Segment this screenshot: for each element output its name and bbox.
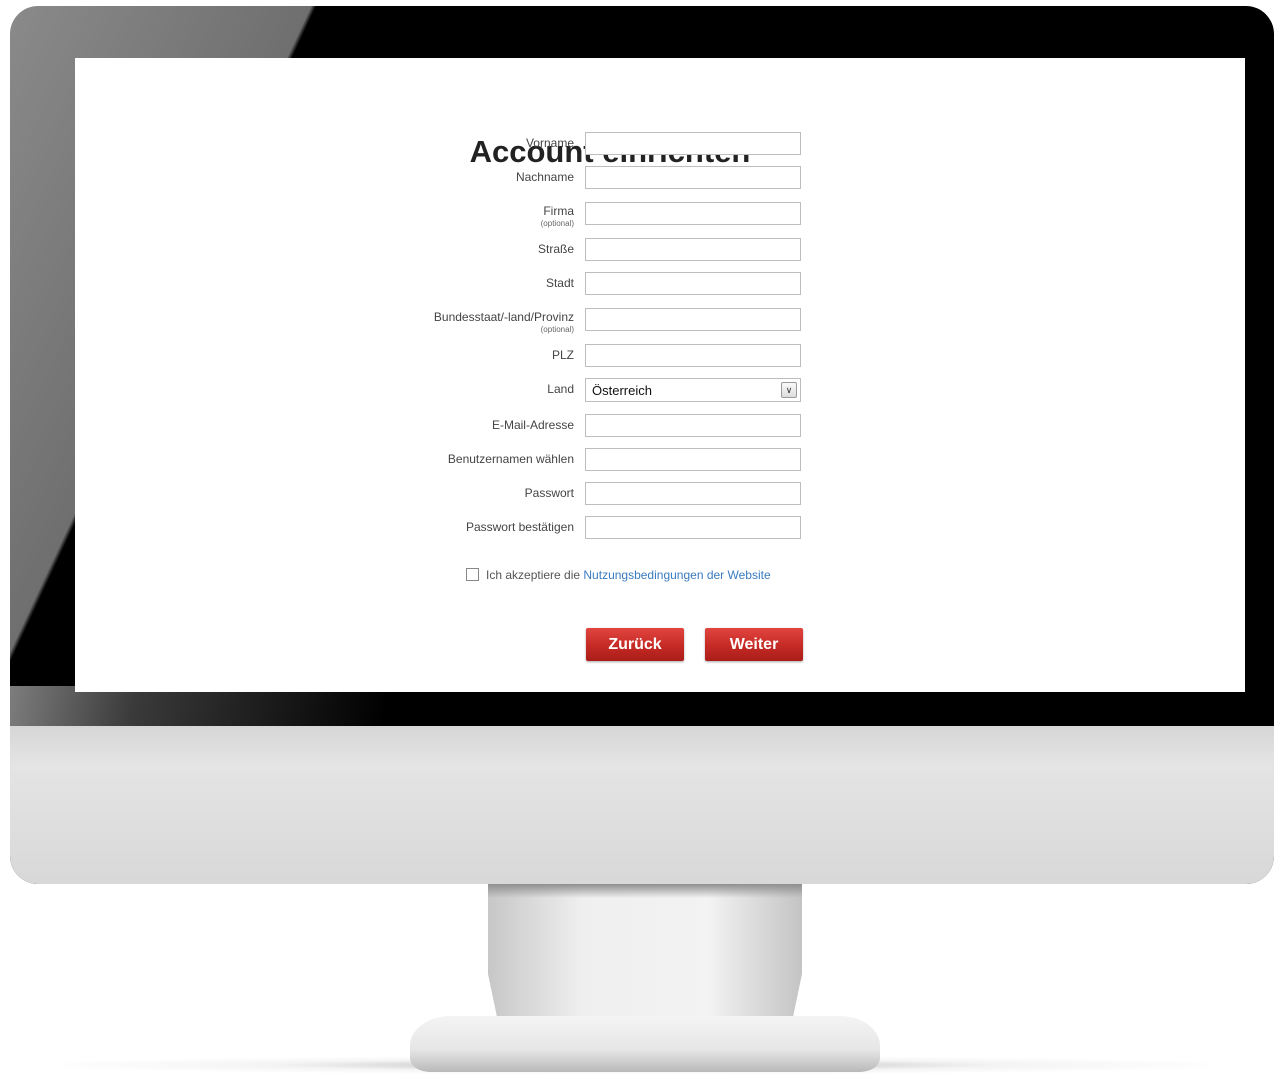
- form-row-postcode: PLZ: [75, 344, 1245, 370]
- username-label: Benutzernamen wählen: [447, 452, 574, 466]
- street-input[interactable]: [585, 238, 801, 261]
- company-input[interactable]: [585, 202, 801, 225]
- country-label: Land: [547, 382, 574, 396]
- form-row-password: Passwort: [75, 482, 1245, 508]
- form-row-first-name: Vorname: [75, 132, 1245, 158]
- password-label: Passwort: [524, 486, 574, 500]
- password-confirm-label: Passwort bestätigen: [465, 520, 574, 534]
- street-label: Straße: [537, 242, 574, 256]
- first-name-input[interactable]: [585, 132, 801, 155]
- monitor-frame: Account einrichten Vorname Nachname Firm…: [10, 6, 1274, 884]
- form-row-country: Land Österreich ∨: [75, 378, 1245, 404]
- email-input[interactable]: [585, 414, 801, 437]
- postcode-label: PLZ: [551, 348, 574, 362]
- form-row-state: Bundesstaat/-land/Provinz (optional): [75, 308, 1245, 334]
- chevron-down-icon[interactable]: ∨: [781, 382, 797, 398]
- terms-prefix: Ich akzeptiere die: [486, 568, 584, 582]
- password-confirm-input[interactable]: [585, 516, 801, 539]
- form-row-last-name: Nachname: [75, 166, 1245, 192]
- next-button[interactable]: Weiter: [705, 628, 803, 661]
- company-label: Firma (optional): [540, 204, 574, 228]
- screen: Account einrichten Vorname Nachname Firm…: [75, 58, 1245, 692]
- monitor-stand: [488, 884, 802, 1034]
- email-label: E-Mail-Adresse: [491, 418, 574, 432]
- form-row-street: Straße: [75, 238, 1245, 264]
- company-optional-hint: (optional): [540, 219, 574, 228]
- monitor-base: [410, 1016, 880, 1072]
- form-row-username: Benutzernamen wählen: [75, 448, 1245, 474]
- country-select-value: Österreich: [592, 383, 652, 398]
- last-name-label: Nachname: [515, 170, 574, 184]
- terms-link[interactable]: Nutzungsbedingungen der Website: [583, 568, 770, 582]
- form-row-email: E-Mail-Adresse: [75, 414, 1245, 440]
- monitor-chin: [10, 726, 1274, 884]
- state-optional-hint: (optional): [540, 325, 574, 334]
- stand-shadow: [488, 884, 802, 898]
- password-input[interactable]: [585, 482, 801, 505]
- username-input[interactable]: [585, 448, 801, 471]
- postcode-input[interactable]: [585, 344, 801, 367]
- country-select[interactable]: Österreich ∨: [585, 378, 801, 402]
- last-name-input[interactable]: [585, 166, 801, 189]
- form-row-company: Firma (optional): [75, 202, 1245, 228]
- first-name-label: Vorname: [525, 136, 574, 150]
- form-row-password-confirm: Passwort bestätigen: [75, 516, 1245, 542]
- state-label: Bundesstaat/-land/Provinz (optional): [433, 310, 574, 334]
- state-input[interactable]: [585, 308, 801, 331]
- back-button[interactable]: Zurück: [586, 628, 684, 661]
- terms-checkbox[interactable]: [466, 568, 479, 581]
- form-row-city: Stadt: [75, 272, 1245, 298]
- terms-text: Ich akzeptiere die Nutzungsbedingungen d…: [486, 568, 771, 582]
- monitor-bezel: [10, 686, 1274, 728]
- city-input[interactable]: [585, 272, 801, 295]
- city-label: Stadt: [545, 276, 574, 290]
